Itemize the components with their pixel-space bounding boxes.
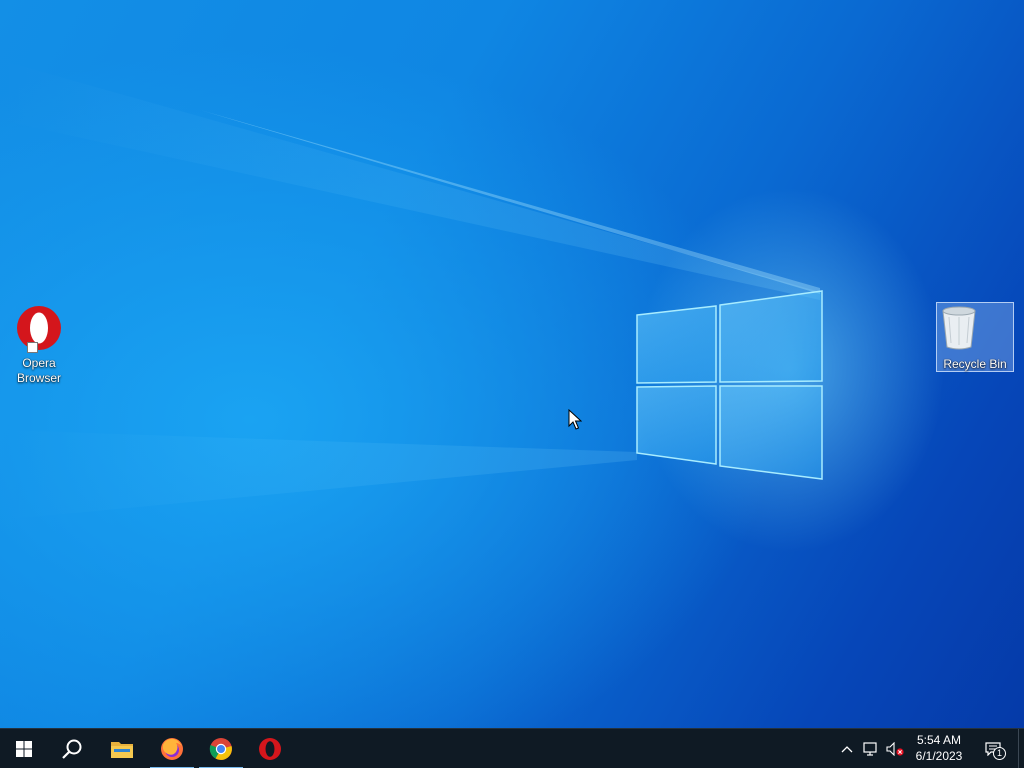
opera-icon [15, 304, 63, 353]
opera-icon [259, 738, 281, 760]
taskbar-firefox[interactable] [148, 729, 196, 768]
desktop-icon-label: Recycle Bin [943, 357, 1007, 371]
start-button[interactable] [0, 729, 48, 768]
search-icon [62, 739, 82, 759]
windows-start-icon [16, 741, 32, 757]
tray-network[interactable] [860, 729, 882, 768]
desktop-icon-label: Opera Browser [16, 356, 61, 385]
clock-time: 5:54 AM [916, 733, 962, 747]
network-icon [863, 742, 877, 756]
taskbar-file-explorer[interactable] [98, 729, 146, 768]
folder-icon [111, 742, 133, 758]
mouse-cursor-icon [568, 409, 582, 430]
shortcut-arrow-icon [27, 342, 38, 353]
taskbar-clock[interactable]: 5:54 AM 6/1/2023 [906, 729, 972, 768]
desktop-icon-recycle-bin[interactable]: Recycle Bin [936, 302, 1014, 372]
notification-count-badge: 1 [993, 747, 1006, 760]
action-center-button[interactable]: 1 [978, 729, 1008, 768]
volume-muted-icon [886, 742, 904, 756]
desktop-icon-opera-browser[interactable]: Opera Browser [0, 302, 78, 386]
clock-date: 6/1/2023 [915, 749, 963, 763]
tray-volume[interactable] [884, 729, 906, 768]
chrome-icon [209, 738, 232, 760]
windows-logo-light-beams [0, 60, 823, 520]
taskbar: 5:54 AM 6/1/2023 1 [0, 728, 1024, 768]
desktop-wallpaper[interactable]: Opera Browser Recycle Bin [0, 0, 1024, 728]
taskbar-opera[interactable] [246, 729, 294, 768]
firefox-icon [161, 738, 183, 760]
tray-overflow-button[interactable] [836, 729, 858, 768]
recycle-bin-icon [942, 305, 997, 353]
search-button[interactable] [48, 729, 96, 768]
show-desktop-button[interactable] [1018, 729, 1024, 768]
taskbar-chrome[interactable] [197, 729, 245, 768]
chevron-up-icon [841, 746, 853, 753]
